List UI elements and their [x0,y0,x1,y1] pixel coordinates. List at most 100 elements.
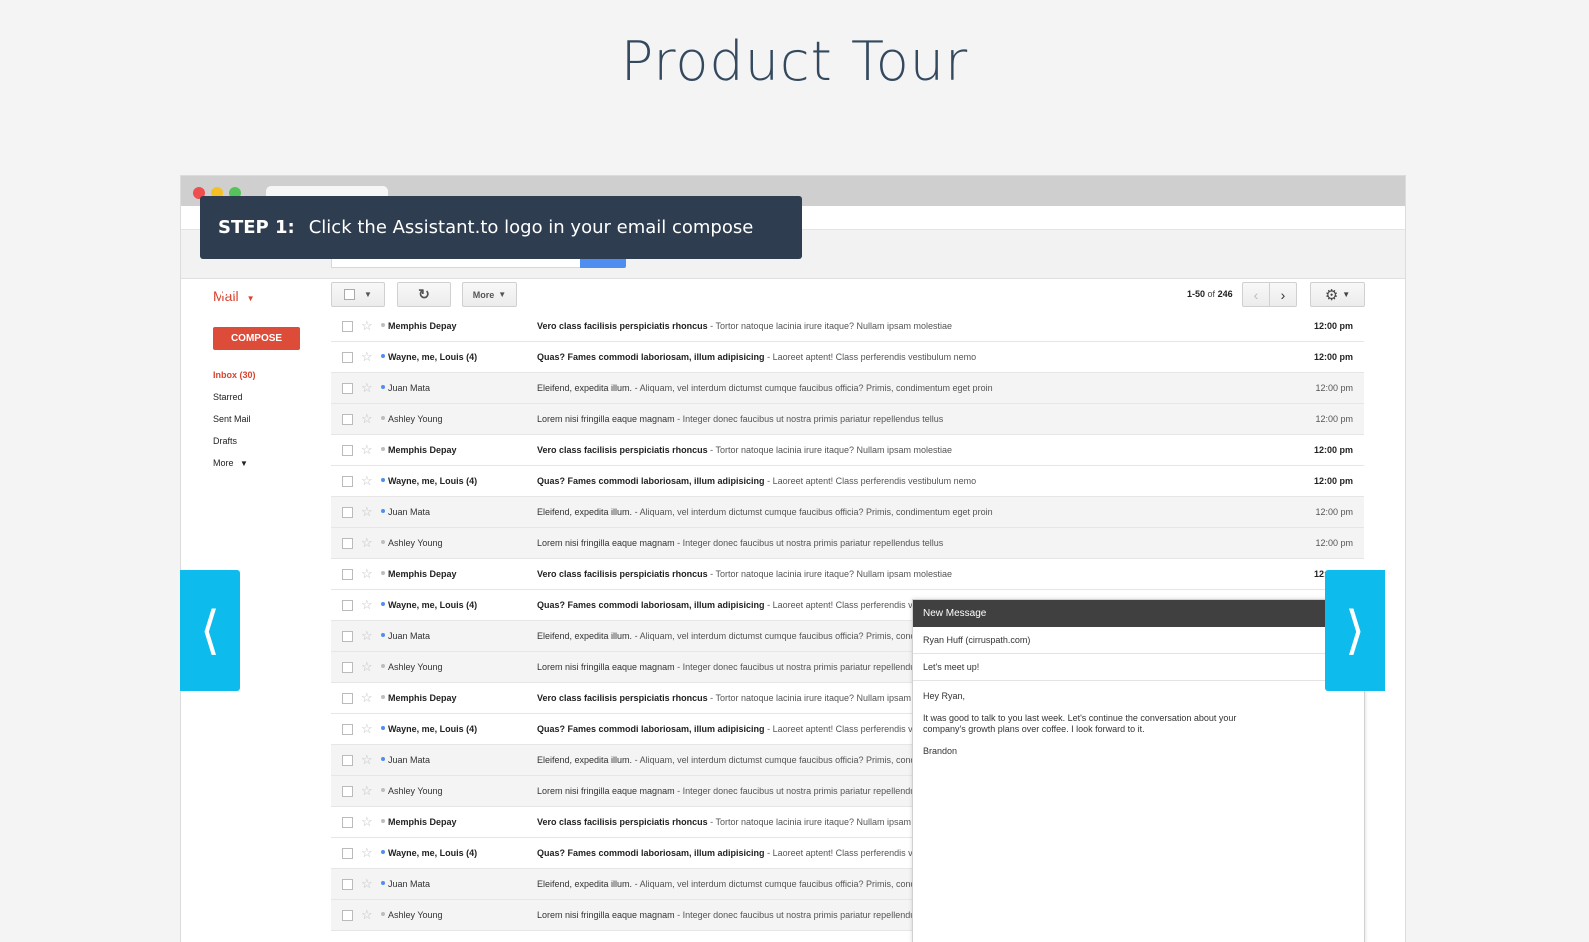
email-content: Quas? Fames commodi laboriosam, illum ad… [537,476,1287,486]
sidebar-item-drafts[interactable]: Drafts [213,430,323,452]
row-checkbox[interactable] [342,538,353,549]
row-checkbox[interactable] [342,476,353,487]
email-sender: Juan Mata [388,631,431,641]
star-icon[interactable]: ☆ [361,845,373,861]
star-icon[interactable]: ☆ [361,721,373,737]
row-checkbox[interactable] [342,445,353,456]
row-checkbox[interactable] [342,321,353,332]
row-checkbox[interactable] [342,755,353,766]
email-row[interactable]: ☆ Memphis Depay Vero class facilisis persp… [331,311,1364,342]
compose-message: It was good to talk to you last week. Le… [923,713,1237,734]
row-checkbox[interactable] [342,662,353,673]
email-row[interactable]: ☆ Juan Mata Eleifend, expedita illum. - Al… [331,497,1364,528]
email-row[interactable]: ☆ Memphis Depay Vero class facilisis persp… [331,559,1364,590]
row-checkbox[interactable] [342,910,353,921]
row-checkbox[interactable] [342,724,353,735]
compose-greeting: Hey Ryan, [923,691,966,701]
email-sender: Juan Mata [388,879,431,889]
row-checkbox[interactable] [342,414,353,425]
importance-dot [381,633,385,637]
tour-previous-button[interactable]: ⟨ [180,570,240,691]
star-icon[interactable]: ☆ [361,907,373,923]
sidebar-item-inbox[interactable]: Inbox (30) [213,364,323,386]
email-separator: - [632,383,640,393]
email-row[interactable]: ☆ Memphis Depay Vero class facilisis persp… [331,435,1364,466]
email-row[interactable]: ☆ Wayne, me, Louis (4) Quas? Fames commodi… [331,466,1364,497]
importance-dot [381,819,385,823]
email-subject: Lorem nisi fringilla eaque magnam [537,538,675,548]
star-icon[interactable]: ☆ [361,659,373,675]
star-icon[interactable]: ☆ [361,783,373,799]
email-row[interactable]: ☆ Wayne, me, Louis (4) Quas? Fames commodi… [331,342,1364,373]
email-row[interactable]: ☆ Juan Mata Eleifend, expedita illum. - Al… [331,373,1364,404]
importance-dot [381,478,385,482]
importance-dot [381,757,385,761]
row-checkbox[interactable] [342,879,353,890]
previous-page-button[interactable]: ‹ [1242,282,1270,307]
star-icon[interactable]: ☆ [361,349,373,365]
compose-body[interactable]: Hey Ryan, It was good to talk to you las… [913,681,1364,778]
row-checkbox[interactable] [342,507,353,518]
email-sender: Memphis Depay [388,445,457,455]
email-snippet: Integer donec faucibus ut nostra primis … [682,786,944,796]
email-snippet: Integer donec faucibus ut nostra primis … [682,662,944,672]
compose-signature: Brandon [923,746,958,756]
browser-window: Mail ▼ ▼ ↻ More ▼ 1-50 of 246 ‹ › ⚙ ▼ [180,175,1406,942]
star-icon[interactable]: ☆ [361,690,373,706]
email-sender: Ashley Young [388,910,443,920]
settings-button[interactable]: ⚙ ▼ [1310,282,1365,307]
star-icon[interactable]: ☆ [361,597,373,613]
compose-to-field[interactable]: Ryan Huff (cirruspath.com) [913,627,1364,654]
tour-next-button[interactable]: ⟩ [1325,570,1385,691]
importance-dot [381,416,385,420]
email-sender: Ashley Young [388,662,443,672]
star-icon[interactable]: ☆ [361,504,373,520]
star-icon[interactable]: ☆ [361,380,373,396]
compose-header[interactable]: New Message [913,600,1364,627]
row-checkbox[interactable] [342,817,353,828]
email-content: Quas? Fames commodi laboriosam, illum ad… [537,352,1287,362]
row-checkbox[interactable] [342,693,353,704]
star-icon[interactable]: ☆ [361,535,373,551]
row-checkbox[interactable] [342,600,353,611]
star-icon[interactable]: ☆ [361,318,373,334]
sidebar-item-sent-mail[interactable]: Sent Mail [213,408,323,430]
importance-dot [381,850,385,854]
email-subject: Vero class facilisis perspiciatis rhoncu… [537,445,708,455]
email-subject: Quas? Fames commodi laboriosam, illum ad… [537,848,765,858]
star-icon[interactable]: ☆ [361,411,373,427]
next-page-button[interactable]: › [1269,282,1297,307]
importance-dot [381,695,385,699]
compose-button[interactable]: COMPOSE [213,327,300,350]
more-actions-button[interactable]: More ▼ [462,282,517,307]
row-checkbox[interactable] [342,786,353,797]
email-sender: Wayne, me, Louis (4) [388,724,478,734]
email-sender: Ashley Young [388,414,443,424]
star-icon[interactable]: ☆ [361,442,373,458]
row-checkbox[interactable] [342,848,353,859]
gear-icon: ⚙ [1324,286,1339,304]
row-checkbox[interactable] [342,383,353,394]
row-checkbox[interactable] [342,352,353,363]
star-icon[interactable]: ☆ [361,876,373,892]
email-time: 12:00 pm [1315,507,1353,517]
email-content: Lorem nisi fringilla eaque magnam - Inte… [537,538,1287,548]
refresh-button[interactable]: ↻ [397,282,451,307]
checkbox-icon [344,289,356,300]
star-icon[interactable]: ☆ [361,628,373,644]
sidebar-item-more[interactable]: More ▼ [213,452,323,474]
star-icon[interactable]: ☆ [361,566,373,582]
email-subject: Quas? Fames commodi laboriosam, illum ad… [537,600,765,610]
sidebar-item-starred[interactable]: Starred [213,386,323,408]
compose-subject-field[interactable]: Let's meet up! [913,654,1364,681]
star-icon[interactable]: ☆ [361,473,373,489]
email-row[interactable]: ☆ Ashley Young Lorem nisi fringilla eaque … [331,528,1364,559]
select-all-button[interactable]: ▼ [331,282,385,307]
star-icon[interactable]: ☆ [361,814,373,830]
row-checkbox[interactable] [342,631,353,642]
email-separator: - [674,662,683,672]
star-icon[interactable]: ☆ [361,752,373,768]
email-separator: - [632,879,640,889]
email-row[interactable]: ☆ Ashley Young Lorem nisi fringilla eaque … [331,404,1364,435]
row-checkbox[interactable] [342,569,353,580]
